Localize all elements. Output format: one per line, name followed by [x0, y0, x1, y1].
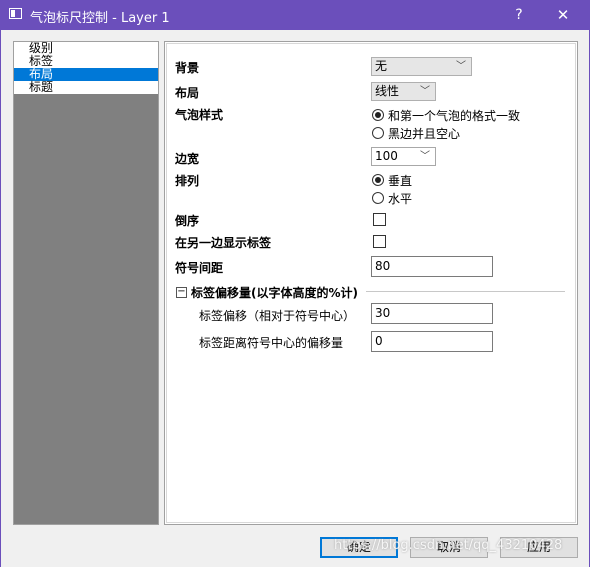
title-bar: 气泡标尺控制 - Layer 1 ? ✕: [0, 0, 590, 30]
nav-list: 级别 标签 布局 标题: [14, 42, 158, 94]
margin-dropdown[interactable]: 100 ﹀: [371, 147, 436, 166]
radio-empty-icon: [372, 127, 384, 139]
offset-group-label: 标签偏移量(以字体高度的%计): [191, 286, 358, 300]
window-title: 气泡标尺控制 - Layer 1: [30, 11, 170, 26]
close-button[interactable]: ✕: [550, 4, 576, 26]
radio-empty-icon: [372, 192, 384, 204]
bubble-style-option-label: 黑边并且空心: [388, 126, 461, 141]
chevron-down-icon: ﹀: [420, 151, 430, 162]
arrange-option-label: 水平: [388, 191, 413, 206]
arrange-vertical-radio[interactable]: 垂直: [372, 172, 412, 188]
chevron-down-icon: ﹀: [420, 86, 430, 97]
distance-label: 标签距离符号中心的偏移量: [199, 336, 344, 350]
bubble-style-hollow-radio[interactable]: 黑边并且空心: [372, 125, 460, 141]
nav-item-title[interactable]: 标题: [14, 81, 158, 94]
bubble-style-same-radio[interactable]: 和第一个气泡的格式一致: [372, 107, 520, 123]
distance-input[interactable]: 0: [371, 331, 493, 352]
background-dropdown[interactable]: 无 ﹀: [371, 57, 472, 76]
symbol-spacing-label: 符号间距: [175, 261, 224, 275]
collapse-icon[interactable]: −: [176, 287, 187, 298]
layout-dropdown[interactable]: 线性 ﹀: [371, 82, 436, 101]
arrange-horizontal-radio[interactable]: 水平: [372, 190, 412, 206]
chevron-down-icon: ﹀: [456, 61, 466, 72]
app-icon: [9, 8, 22, 19]
other-side-label: 在另一边显示标签: [175, 236, 272, 250]
background-value: 无: [375, 59, 388, 73]
layout-value: 线性: [375, 84, 400, 98]
ok-button[interactable]: 确定: [320, 537, 398, 558]
offset-input[interactable]: 30: [371, 303, 493, 324]
reverse-checkbox[interactable]: [373, 213, 386, 226]
margin-value: 100: [375, 149, 398, 163]
radio-selected-icon: [372, 174, 384, 186]
offset-label: 标签偏移（相对于符号中心）: [199, 309, 356, 323]
reverse-label: 倒序: [175, 214, 200, 228]
background-label: 背景: [175, 61, 200, 75]
nav-panel: 级别 标签 布局 标题: [13, 41, 159, 525]
bubble-style-label: 气泡样式: [175, 108, 224, 122]
help-button[interactable]: ?: [508, 4, 530, 26]
group-divider: [366, 291, 565, 292]
radio-selected-icon: [372, 109, 384, 121]
cancel-button[interactable]: 取消: [410, 537, 488, 558]
arrange-option-label: 垂直: [388, 173, 413, 188]
arrange-label: 排列: [175, 174, 200, 188]
bubble-style-option-label: 和第一个气泡的格式一致: [388, 108, 521, 123]
margin-label: 边宽: [175, 152, 200, 166]
apply-button[interactable]: 应用: [500, 537, 578, 558]
other-side-checkbox[interactable]: [373, 235, 386, 248]
symbol-spacing-input[interactable]: 80: [371, 256, 493, 277]
layout-label: 布局: [175, 86, 200, 100]
